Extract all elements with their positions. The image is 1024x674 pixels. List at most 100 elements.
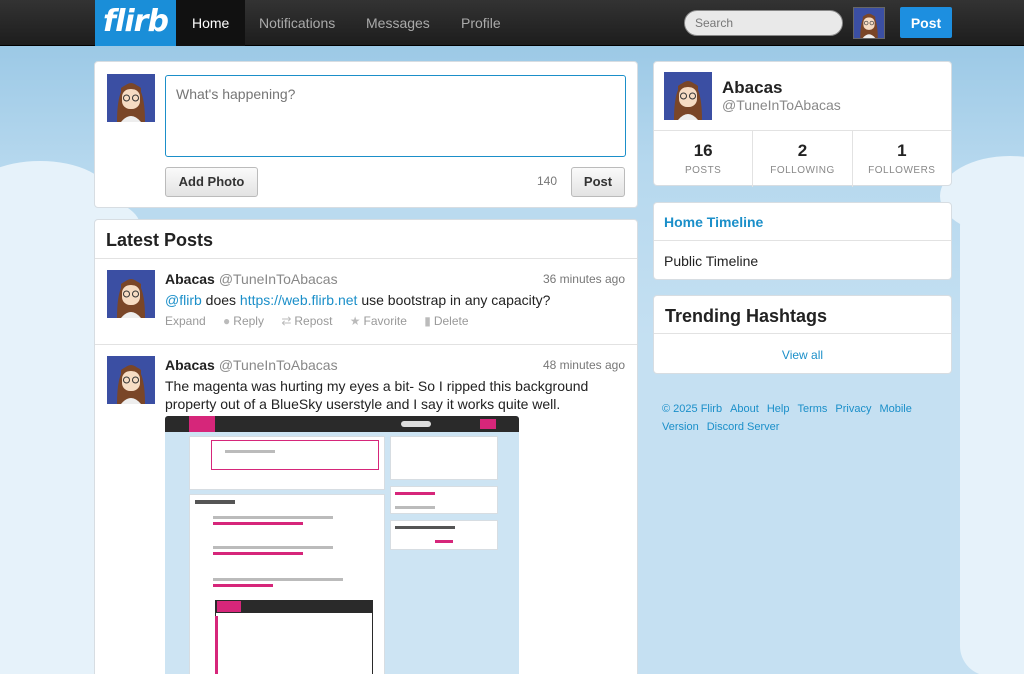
nav-post-button[interactable]: Post — [900, 7, 952, 38]
image-post-button — [480, 419, 496, 429]
image-logo — [189, 416, 215, 432]
post-author-name: Abacas — [165, 357, 215, 373]
repost-button[interactable]: ⇄ Repost — [281, 314, 332, 328]
image-line — [435, 540, 453, 543]
divider — [654, 333, 951, 334]
post-actions: Expand ● Reply ⇄ Repost ★ Favorite ▮ Delete — [165, 314, 483, 328]
post-item: Abacas @TuneInToAbacas 36 minutes ago @fl… — [95, 258, 637, 344]
avatar-image — [107, 356, 155, 404]
nav-profile[interactable]: Profile — [445, 0, 517, 46]
image-line — [395, 526, 455, 529]
footer-copyright[interactable]: © 2025 Flirb — [662, 403, 722, 415]
nav-notifications[interactable]: Notifications — [243, 0, 351, 46]
profile-card: Abacas @TuneInToAbacas 16 POSTS 2 FOLLOWIN… — [653, 61, 952, 187]
feed-title: Latest Posts — [106, 230, 214, 250]
stat-following[interactable]: 2 FOLLOWING — [753, 131, 853, 187]
trending-title: Trending Hashtags — [665, 306, 828, 326]
timeline-menu: Home Timeline Public Timeline — [653, 202, 952, 280]
stat-posts[interactable]: 16 POSTS — [654, 131, 754, 187]
post-author-handle: @TuneInToAbacas — [218, 271, 338, 287]
trending-hashtags-panel: Trending Hashtags View all — [653, 295, 952, 374]
image-profile — [390, 436, 498, 480]
footer-privacy[interactable]: Privacy — [835, 403, 871, 415]
post-text: The magenta was hurting my eyes a bit- S… — [165, 378, 589, 412]
avatar-image — [664, 72, 712, 120]
post-text-part: does — [201, 292, 240, 308]
post-text: @flirb does https://web.flirb.net use bo… — [165, 291, 615, 309]
star-icon: ★ — [349, 314, 361, 328]
compose-textarea[interactable] — [165, 75, 626, 157]
footer-version[interactable]: Version — [662, 421, 699, 433]
flirb-logo[interactable]: flirb — [95, 0, 176, 46]
footer-help[interactable]: Help — [767, 403, 790, 415]
url-link[interactable]: https://web.flirb.net — [240, 292, 358, 308]
reply-button[interactable]: ● Reply — [223, 314, 264, 328]
image-line — [395, 492, 435, 495]
footer-terms[interactable]: Terms — [797, 403, 827, 415]
post-text-part: use bootstrap in any capacity? — [357, 292, 551, 308]
compose-avatar — [107, 74, 155, 122]
avatar-image — [854, 8, 884, 38]
profile-name[interactable]: Abacas — [722, 78, 782, 98]
image-nav — [165, 416, 519, 432]
image-line — [213, 546, 333, 549]
image-line — [213, 552, 303, 555]
stat-label: POSTS — [684, 165, 722, 176]
image-nested-logo — [217, 601, 241, 612]
expand-button[interactable]: Expand — [165, 314, 206, 328]
image-line — [213, 522, 303, 525]
post-timestamp[interactable]: 48 minutes ago — [543, 358, 625, 372]
avatar-image — [107, 270, 155, 318]
stat-value: 2 — [797, 141, 808, 160]
cloud — [960, 196, 1024, 674]
image-nested-bar — [215, 616, 218, 674]
favorite-label: Favorite — [363, 314, 407, 328]
stat-value: 1 — [897, 141, 907, 160]
expand-label: Expand — [165, 314, 206, 328]
profile-avatar[interactable] — [664, 72, 712, 120]
post-image-attachment[interactable] — [165, 416, 519, 674]
reply-icon: ● — [223, 314, 231, 328]
nav-home[interactable]: Home — [176, 0, 246, 46]
favorite-button[interactable]: ★ Favorite — [350, 314, 407, 328]
nav-avatar[interactable] — [853, 7, 885, 39]
post-author[interactable]: Abacas @TuneInToAbacas — [165, 357, 338, 373]
footer-links: © 2025 Flirb About Help Terms Privacy Mobile V… — [662, 400, 932, 436]
view-all-link[interactable]: View all — [654, 348, 951, 362]
image-search — [401, 421, 431, 427]
post-avatar[interactable] — [107, 356, 155, 404]
post-avatar[interactable] — [107, 270, 155, 318]
post-author-handle: @TuneInToAbacas — [218, 357, 338, 373]
compose-post-button[interactable]: Post — [571, 167, 625, 197]
footer-discord[interactable]: Discord Server — [707, 421, 780, 433]
add-photo-button[interactable]: Add Photo — [165, 167, 258, 197]
post-author-name: Abacas — [165, 271, 215, 287]
profile-stats: 16 POSTS 2 FOLLOWING 1 FOLLOWERS — [654, 130, 951, 187]
mention-link[interactable]: @flirb — [165, 292, 202, 308]
post-timestamp[interactable]: 36 minutes ago — [543, 272, 625, 286]
public-timeline-link[interactable]: Public Timeline — [654, 242, 951, 280]
image-line — [195, 500, 235, 504]
search-input[interactable] — [684, 10, 843, 36]
compose-panel: Add Photo 140 Post — [94, 61, 638, 208]
image-compose-box — [211, 440, 379, 470]
repost-label: Repost — [294, 314, 333, 328]
image-line — [225, 450, 275, 453]
footer-mobile[interactable]: Mobile — [879, 403, 911, 415]
nav-messages[interactable]: Messages — [350, 0, 446, 46]
post-author[interactable]: Abacas @TuneInToAbacas — [165, 271, 338, 287]
latest-posts-panel: Latest Posts Abacas @TuneInToAbacas 36 mi… — [94, 219, 638, 674]
image-line — [213, 584, 273, 587]
image-timelines — [390, 486, 498, 514]
image-line — [213, 578, 343, 581]
avatar-image — [107, 74, 155, 122]
image-line — [395, 506, 435, 509]
home-timeline-link[interactable]: Home Timeline — [654, 203, 951, 241]
delete-button[interactable]: ▮ Delete — [424, 314, 468, 328]
reply-label: Reply — [233, 314, 264, 328]
stat-followers[interactable]: 1 FOLLOWERS — [853, 131, 951, 187]
image-trending — [390, 520, 498, 550]
footer-about[interactable]: About — [730, 403, 759, 415]
stat-value: 16 — [693, 141, 713, 160]
character-counter: 140 — [537, 174, 558, 188]
